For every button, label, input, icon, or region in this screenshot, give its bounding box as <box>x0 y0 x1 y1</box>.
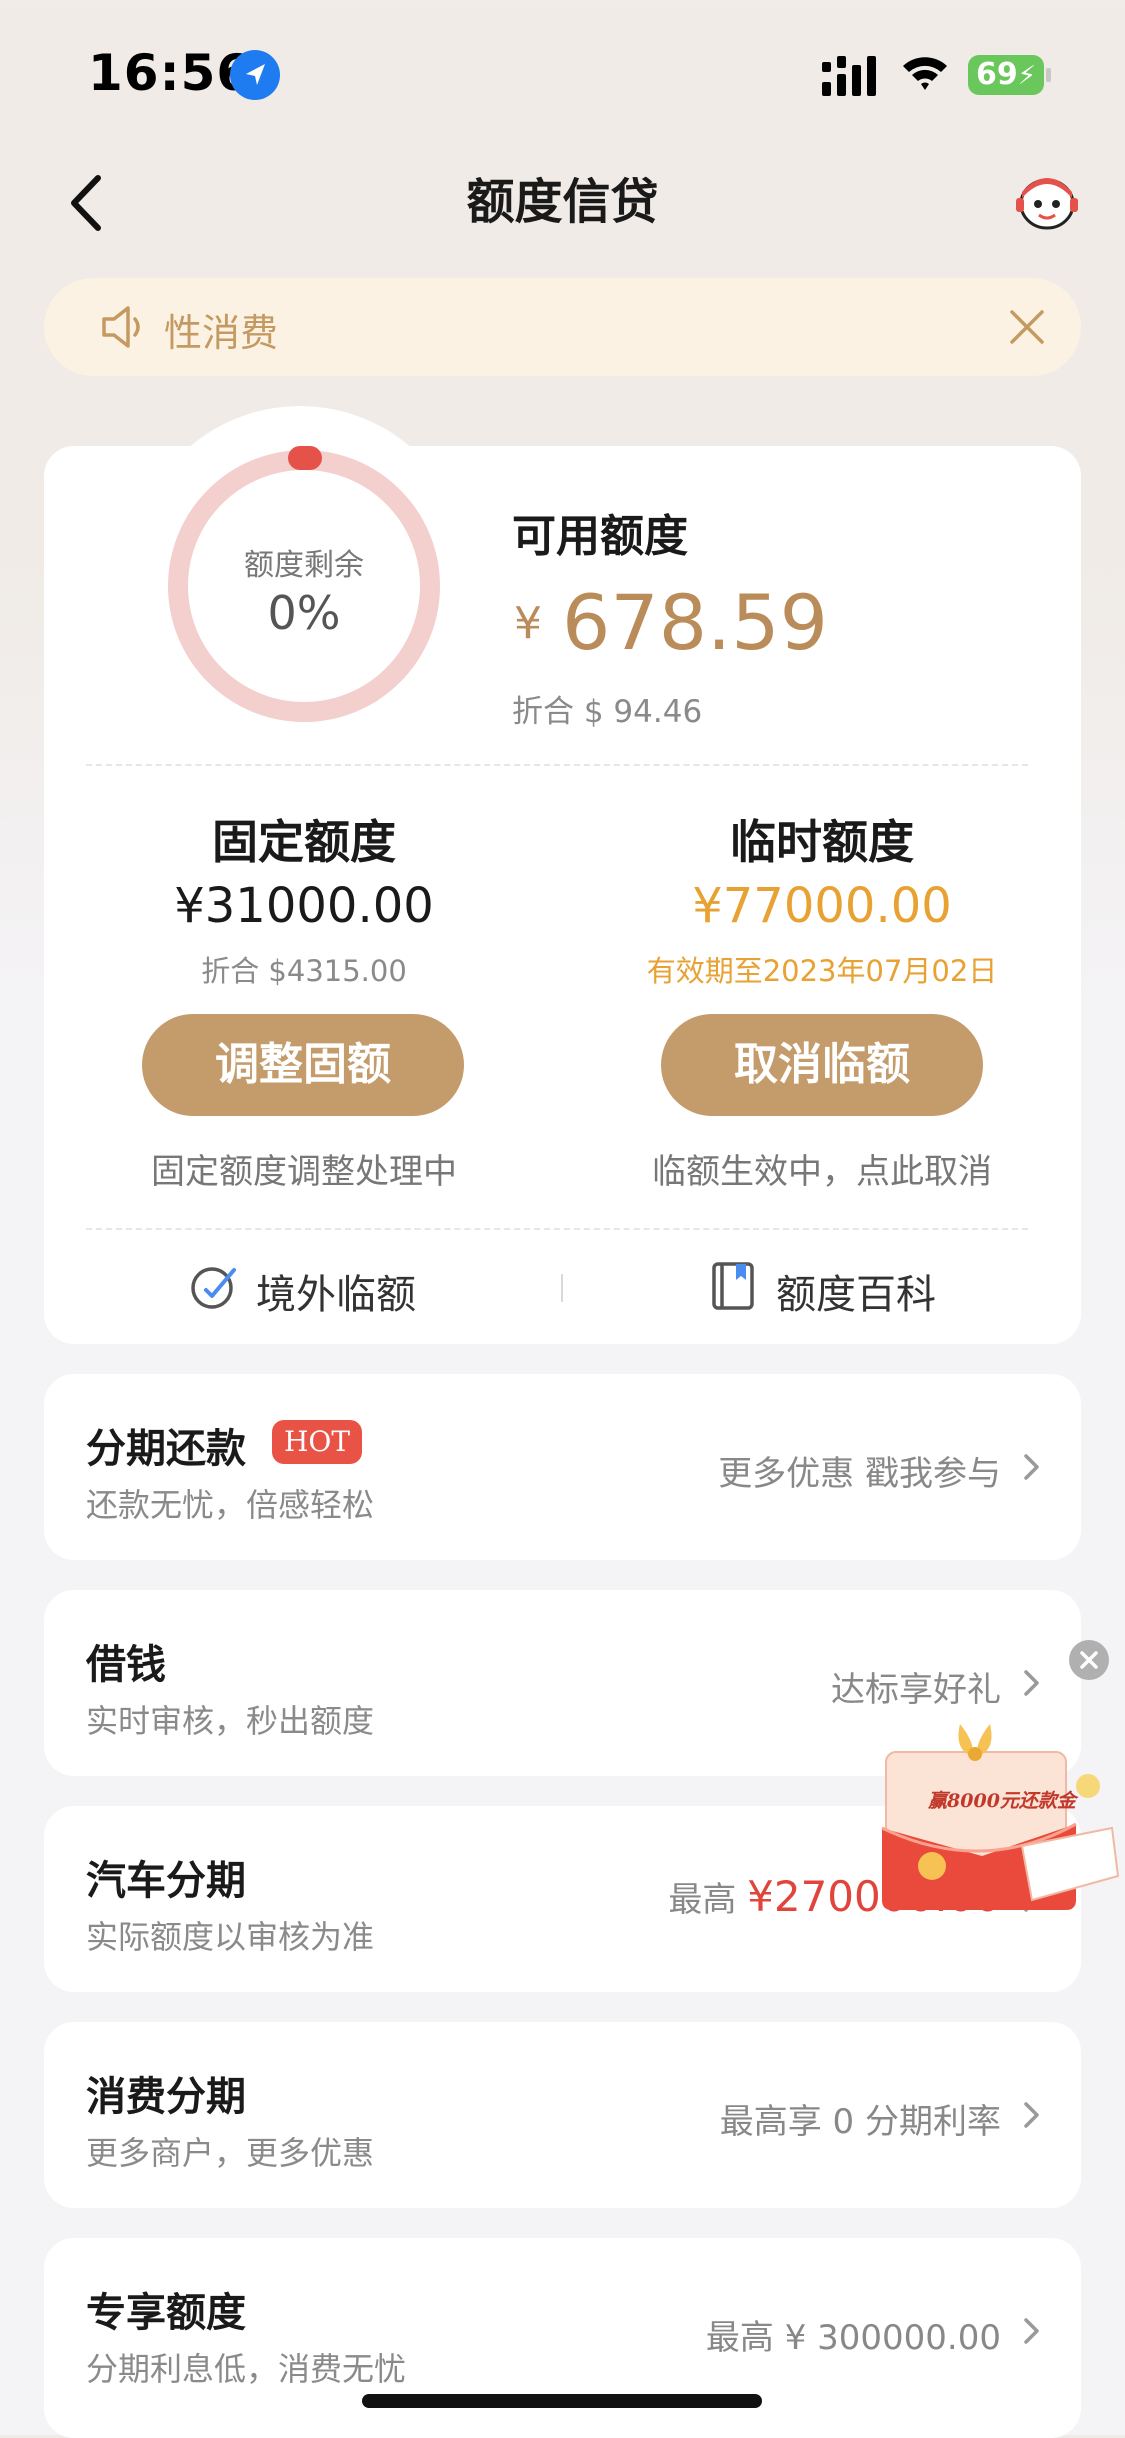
status-time: 16:56 <box>88 44 253 102</box>
row-subtitle: 实际额度以审核为准 <box>86 1918 375 1956</box>
overseas-quota-icon <box>191 1267 236 1309</box>
row-subtitle: 分期利息低，消费无忧 <box>86 2350 407 2388</box>
row-title: 消费分期 <box>86 2074 246 2120</box>
fixed-quota-title: 固定额度 <box>212 815 396 869</box>
battery-level: 69 <box>976 57 1018 92</box>
page-title: 额度信贷 <box>466 174 659 230</box>
row-max-prefix: 最高 <box>668 1880 737 1920</box>
row-subtitle: 还款无忧，倍感轻松 <box>86 1486 375 1524</box>
wifi-icon <box>903 57 947 90</box>
red-envelope-promo-icon[interactable] <box>862 1716 1122 1916</box>
temporary-quota-amount: ¥77000.00 <box>692 878 952 934</box>
quota-wiki-link[interactable]: 额度百科 <box>776 1262 936 1320</box>
available-quota-label: 可用额度 <box>512 511 688 562</box>
divider <box>86 764 1028 766</box>
row-max-amount: 最高 ¥ 300000.00 <box>705 2318 1001 2358</box>
list-item-exclusive-quota[interactable]: 专享额度 分期利息低，消费无忧 最高 ¥ 300000.00 <box>44 2238 1081 2438</box>
row-title: 借钱 <box>86 1642 166 1688</box>
chevron-right-icon <box>1024 2102 1039 2128</box>
cancel-temporary-quota-button[interactable]: 取消临额 <box>661 1014 983 1116</box>
row-title: 分期还款 <box>86 1426 246 1472</box>
battery-indicator: 69⚡ <box>968 55 1044 95</box>
chevron-right-icon <box>1024 1670 1039 1696</box>
book-icon <box>712 1262 754 1310</box>
ring-percent: 0% <box>267 586 341 640</box>
available-quota-converted: 折合 $ 94.46 <box>512 694 703 730</box>
temporary-quota-note[interactable]: 临额生效中，点此取消 <box>562 1144 1082 1193</box>
available-quota-amount: 678.59 <box>562 578 828 667</box>
row-subtitle: 更多商户，更多优惠 <box>86 2134 375 2172</box>
row-subtitle: 实时审核，秒出额度 <box>86 1702 375 1740</box>
adjust-fixed-quota-button[interactable]: 调整固额 <box>142 1014 464 1116</box>
notice-bar[interactable]: 性消费 <box>44 278 1081 376</box>
close-icon[interactable] <box>1002 302 1052 352</box>
battery-cap <box>1046 68 1051 82</box>
link-separator <box>561 1274 563 1302</box>
hot-badge: HOT <box>272 1420 363 1464</box>
row-promo-text: 最高享 0 分期利率 <box>719 2102 1001 2142</box>
list-item-installment-repay[interactable]: 分期还款 HOT 还款无忧，倍感轻松 更多优惠 戳我参与 <box>44 1374 1081 1560</box>
row-promo-text: 达标享好礼 <box>831 1670 1001 1710</box>
mascot-customer-service-icon[interactable] <box>1012 168 1082 232</box>
fixed-quota-note[interactable]: 固定额度调整处理中 <box>44 1144 564 1193</box>
list-item-consumer-installment[interactable]: 消费分期 更多商户，更多优惠 最高享 0 分期利率 <box>44 2022 1081 2208</box>
row-title: 专享额度 <box>86 2290 246 2336</box>
divider <box>86 1228 1028 1230</box>
row-title: 汽车分期 <box>86 1858 246 1904</box>
home-indicator <box>362 2394 762 2408</box>
currency-symbol: ¥ <box>514 598 542 649</box>
fixed-quota-amount: ¥31000.00 <box>174 878 434 934</box>
overseas-quota-link[interactable]: 境外临额 <box>256 1262 416 1320</box>
fixed-quota-converted: 折合 $4315.00 <box>201 954 407 988</box>
speaker-icon <box>102 306 140 348</box>
promo-text: 赢8000元还款金 <box>928 1790 1076 1812</box>
charging-bolt-icon: ⚡ <box>1017 61 1037 91</box>
close-icon <box>1080 1651 1098 1669</box>
chevron-right-icon <box>1024 1454 1039 1480</box>
temporary-quota-validity: 有效期至2023年07月02日 <box>646 954 998 988</box>
cellular-signal-icon <box>822 56 876 96</box>
temporary-quota-title: 临时额度 <box>730 815 914 869</box>
promo-close-button[interactable] <box>1069 1640 1109 1680</box>
notice-text: 性消费 <box>164 311 279 355</box>
location-arrow-icon <box>230 50 280 100</box>
row-promo-text: 更多优惠 戳我参与 <box>718 1454 1001 1494</box>
chevron-right-icon <box>1024 2318 1039 2344</box>
ring-label: 额度剩余 <box>244 548 364 583</box>
